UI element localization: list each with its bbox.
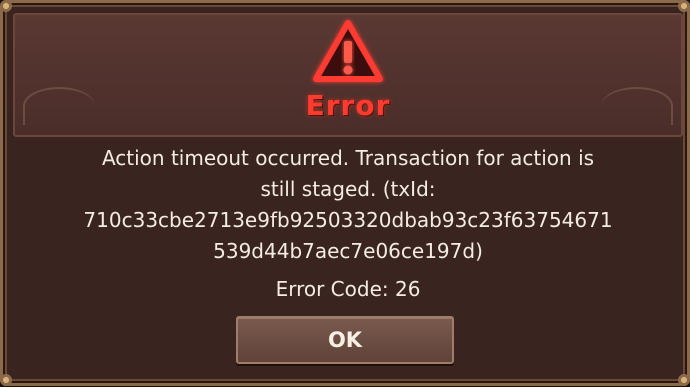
message-line: Action timeout occurred. Transaction for…	[101, 146, 595, 170]
message-line: 539d44b7aec7e06ce197d)	[213, 239, 483, 263]
error-message: Action timeout occurred. Transaction for…	[21, 143, 675, 267]
error-dialog: Error Action timeout occurred. Transacti…	[0, 0, 690, 387]
corner-ornament	[677, 373, 690, 387]
message-line: 710c33cbe2713e9fb92503320dbab93c23f63754…	[83, 208, 613, 232]
corner-ornament	[0, 373, 13, 387]
dialog-title: Error	[305, 89, 391, 122]
warning-triangle-icon	[313, 20, 383, 82]
ok-button[interactable]: OK	[236, 316, 454, 364]
message-line: still staged. (txId:	[260, 177, 436, 201]
corner-ornament	[0, 0, 13, 13]
error-code: Error Code: 26	[275, 277, 421, 301]
corner-ornament	[677, 0, 690, 13]
